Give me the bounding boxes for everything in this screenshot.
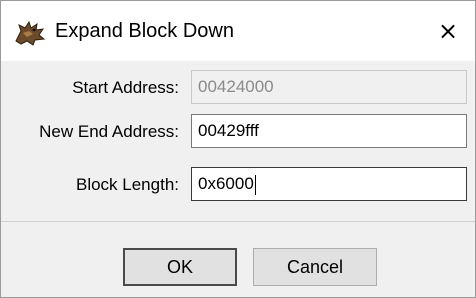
cancel-button-label: Cancel <box>286 256 344 277</box>
start-address-value: 00424000 <box>198 77 274 96</box>
block-length-label: Block Length: <box>75 175 179 194</box>
close-icon: × <box>437 17 459 45</box>
expand-block-dialog: Expand Block Down × Start Address: 00424… <box>0 0 476 298</box>
ok-button[interactable]: OK <box>123 248 237 286</box>
title-bar: Expand Block Down × <box>1 1 475 61</box>
start-address-field: 00424000 <box>191 70 467 104</box>
new-end-address-value: 00429fff <box>198 121 259 140</box>
cancel-button[interactable]: Cancel <box>253 248 377 286</box>
dragon-icon <box>15 20 46 46</box>
start-address-label: Start Address: <box>72 78 179 97</box>
block-length-value: 0x6000 <box>198 174 254 193</box>
block-length-field[interactable]: 0x6000 <box>191 167 467 201</box>
close-button[interactable]: × <box>425 11 471 51</box>
text-caret <box>254 174 256 195</box>
new-end-address-field[interactable]: 00429fff <box>191 114 467 148</box>
dialog-title: Expand Block Down <box>55 20 234 42</box>
separator <box>1 221 475 222</box>
new-end-address-label: New End Address: <box>39 122 179 141</box>
ok-button-label: OK <box>166 256 193 277</box>
